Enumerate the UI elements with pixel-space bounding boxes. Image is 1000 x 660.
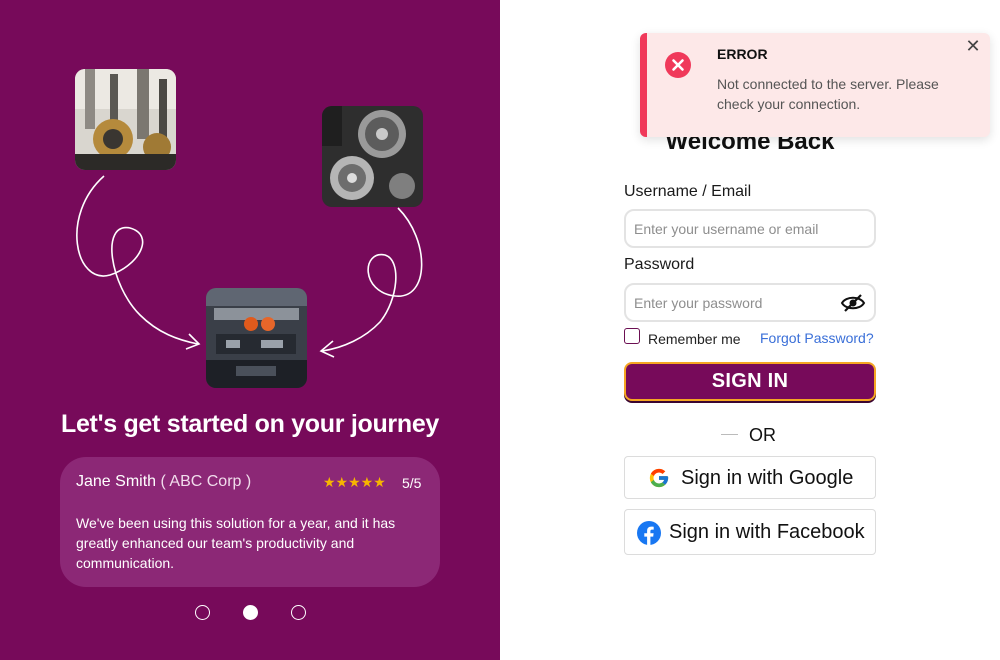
carousel-dots xyxy=(195,605,310,621)
facebook-signin-label: Sign in with Facebook xyxy=(669,521,865,543)
testimonial-company: ( ABC Corp ) xyxy=(160,473,252,490)
or-divider: OR xyxy=(749,425,776,445)
google-icon xyxy=(648,467,670,492)
testimonial-name: Jane Smith xyxy=(76,473,157,490)
toast-title: ERROR xyxy=(717,46,768,62)
remember-me-label: Remember me xyxy=(648,331,741,347)
password-label: Password xyxy=(624,256,695,273)
error-icon xyxy=(665,52,691,78)
machine-parts-photo xyxy=(75,69,176,170)
sign-in-button[interactable]: SIGN IN xyxy=(624,362,876,401)
hero-title: Let's get started on your journey xyxy=(60,410,440,438)
username-label: Username / Email xyxy=(624,183,752,200)
engine-bay-photo xyxy=(206,288,307,388)
eye-slash-icon[interactable] xyxy=(840,292,866,314)
testimonial-quote: We've been using this solution for a yea… xyxy=(76,515,396,571)
username-input[interactable] xyxy=(624,209,876,248)
divider-line xyxy=(721,434,738,435)
toast-message: Not connected to the server. Please chec… xyxy=(717,76,939,112)
password-input[interactable] xyxy=(624,283,876,322)
google-signin-label: Sign in with Google xyxy=(681,467,854,489)
google-signin-button[interactable]: Sign in with Google xyxy=(624,456,876,499)
remember-me-checkbox[interactable] xyxy=(624,328,640,344)
carousel-dot-1[interactable] xyxy=(195,605,210,620)
testimonial-author: Jane Smith ( ABC Corp ) xyxy=(76,473,251,491)
star-rating-icon: ★★★★★ xyxy=(323,474,386,490)
carousel-dot-3[interactable] xyxy=(291,605,306,620)
engine-pulley-photo xyxy=(322,106,423,207)
hero-panel: Let's get started on your journey Jane S… xyxy=(0,0,500,660)
close-icon[interactable]: ✕ xyxy=(963,36,983,56)
facebook-icon xyxy=(637,521,661,548)
forgot-password-link[interactable]: Forgot Password? xyxy=(760,330,874,346)
error-toast: ERROR Not connected to the server. Pleas… xyxy=(640,33,990,137)
testimonial-card: Jane Smith ( ABC Corp ) ★★★★★ 5/5 We've … xyxy=(60,457,440,587)
carousel-dot-2[interactable] xyxy=(243,605,258,620)
facebook-signin-button[interactable]: Sign in with Facebook xyxy=(624,509,876,555)
rating-score: 5/5 xyxy=(402,475,422,491)
